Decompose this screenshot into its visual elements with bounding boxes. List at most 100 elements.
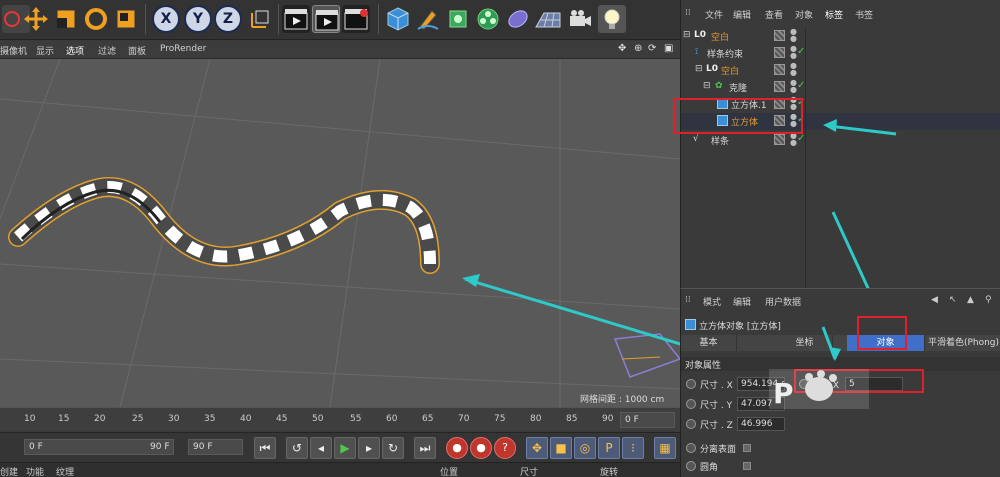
timeline-tick: 55 [350,414,362,424]
am-menu-mode[interactable]: 模式 [703,295,721,308]
key-rotation-button[interactable]: ◎ [574,437,596,459]
previous-frame-button[interactable]: ◂ [310,437,332,459]
fillet-checkbox[interactable] [743,462,751,470]
tree-row-spline[interactable]: √ 样条 ● ● ✓ [681,132,1000,149]
key-parameter-button[interactable]: P [598,437,620,459]
z-axis-lock-button[interactable]: Z [214,5,242,33]
floor-environment-icon[interactable] [534,5,562,33]
render-dots[interactable]: ● ● [790,45,797,60]
am-menu-edit[interactable]: 编辑 [733,295,751,308]
grid-spacing-label: 网格间距 : 1000 cm [580,395,665,405]
cube-primitive-icon[interactable] [384,5,412,33]
menu-display[interactable]: 显示 [36,44,54,57]
rotate-tool-icon[interactable] [82,5,110,33]
menu-options[interactable]: 选项 [66,44,84,57]
animate-radio[interactable] [686,379,696,389]
viewport-rotate-icon[interactable]: ⟳ [648,43,656,54]
expand-icon[interactable]: ⊟ [703,81,711,91]
om-menu-tags[interactable]: 标签 [825,8,843,21]
render-dots[interactable]: ● ● [790,79,797,94]
render-dots[interactable]: ● ● [790,132,797,147]
range-end-field[interactable]: 90 F [146,439,174,455]
key-position-button[interactable]: ✥ [526,437,548,459]
menu-panel[interactable]: 面板 [128,44,146,57]
animate-radio[interactable] [686,419,696,429]
visibility-toggle[interactable] [774,30,785,41]
light-bulb-icon[interactable] [598,5,626,33]
max-frame-field[interactable]: 90 F [188,439,243,455]
camera-icon[interactable] [566,5,594,33]
up-arrow-icon[interactable]: ↖ [949,295,957,305]
om-menu-bookmarks[interactable]: 书签 [855,8,873,21]
auto-key-button[interactable]: ● [470,437,492,459]
panel-grip-icon[interactable]: ⁞⁞ [685,295,691,305]
go-to-end-button[interactable]: ⏭ [414,437,436,459]
visibility-toggle[interactable] [774,81,785,92]
recent-tool-icon[interactable] [112,5,140,33]
x-axis-lock-button[interactable]: X [152,5,180,33]
play-button[interactable]: ▶ [334,437,356,459]
menu-filter[interactable]: 过滤 [98,44,116,57]
animate-radio[interactable] [686,399,696,409]
tab-phong[interactable]: 平滑着色(Phong) [927,335,1000,351]
expand-icon[interactable]: ⊟ [683,30,691,40]
animate-radio[interactable] [686,443,696,453]
render-view-icon[interactable] [282,5,310,33]
next-frame-button[interactable]: ▸ [358,437,380,459]
material-menu-texture[interactable]: 纹理 [56,465,74,477]
om-menu-object[interactable]: 对象 [795,8,813,21]
size-z-input[interactable]: 46.996 [737,417,785,431]
tree-row-null-1[interactable]: ⊟ L0 空白 ● ● [681,28,1000,45]
nurbs-icon[interactable] [444,5,472,33]
timeline-window-button[interactable]: ▦ [654,437,676,459]
record-button[interactable]: ● [446,437,468,459]
om-menu-file[interactable]: 文件 [705,8,723,21]
coordinate-system-icon[interactable] [246,5,274,33]
panel-grip-icon[interactable]: ⁞⁞ [685,8,691,18]
back-arrow-icon[interactable]: ◀ [931,295,938,305]
keyframe-selection-button[interactable]: ? [494,437,516,459]
visibility-toggle[interactable] [774,47,785,58]
material-menu-create[interactable]: 创建 [0,465,18,477]
parent-arrow-icon[interactable]: ▲ [967,295,974,305]
visibility-toggle[interactable] [774,64,785,75]
viewport-maximize-icon[interactable]: ▣ [664,43,673,54]
material-menu-function[interactable]: 功能 [26,465,44,477]
previous-key-button[interactable]: ↺ [286,437,308,459]
deformer-icon[interactable] [504,5,532,33]
render-to-picture-viewer-icon[interactable] [312,5,340,33]
spline-path[interactable] [8,177,440,274]
3d-viewport[interactable] [0,59,680,407]
go-to-start-button[interactable]: ⏮ [254,437,276,459]
animate-radio[interactable] [686,461,696,471]
next-key-button[interactable]: ↻ [382,437,404,459]
tree-row-spline-wrap[interactable]: ⟟ 样条约束 ● ● ✓ [681,45,1000,62]
pen-spline-icon[interactable] [414,5,442,33]
tree-row-null-2[interactable]: ⊟ L0 空白 ● ● [681,62,1000,79]
render-dots[interactable]: ● ● [790,28,797,43]
visibility-toggle[interactable] [774,134,785,145]
render-settings-icon[interactable] [342,5,370,33]
menu-camera[interactable]: 摄像机 [0,44,27,57]
menu-prorender[interactable]: ProRender [160,44,206,54]
tab-basic[interactable]: 基本 [681,335,737,351]
key-pla-button[interactable]: ⁝ [622,437,644,459]
am-menu-userdata[interactable]: 用户数据 [765,295,801,308]
move-tool-icon[interactable] [22,5,50,33]
y-axis-lock-button[interactable]: Y [184,5,212,33]
current-frame-field[interactable]: 0 F [620,412,675,428]
object-manager-panel: ⁞⁞ 文件 编辑 查看 对象 标签 书签 ⊟ L0 空白 ● ● ⟟ 样条约束 ●… [673,0,1000,288]
viewport-zoom-icon[interactable]: ⊕ [634,43,642,54]
om-menu-view[interactable]: 查看 [765,8,783,21]
cloner-mograph-icon[interactable] [474,5,502,33]
scale-tool-icon[interactable] [52,5,80,33]
viewport-move-icon[interactable]: ✥ [618,43,626,54]
separate-surfaces-checkbox[interactable] [743,444,751,452]
render-dots[interactable]: ● ● [790,62,797,77]
timeline-ruler[interactable]: 10 15 20 25 30 35 40 45 50 55 60 65 70 7… [0,407,680,431]
expand-icon[interactable]: ⊟ [695,64,703,74]
search-icon[interactable]: ⚲ [985,295,992,305]
key-scale-button[interactable]: ■ [550,437,572,459]
om-menu-edit[interactable]: 编辑 [733,8,751,21]
tree-row-cloner[interactable]: ⊟ ✿ 克隆 ● ● ✓ [681,79,1000,96]
